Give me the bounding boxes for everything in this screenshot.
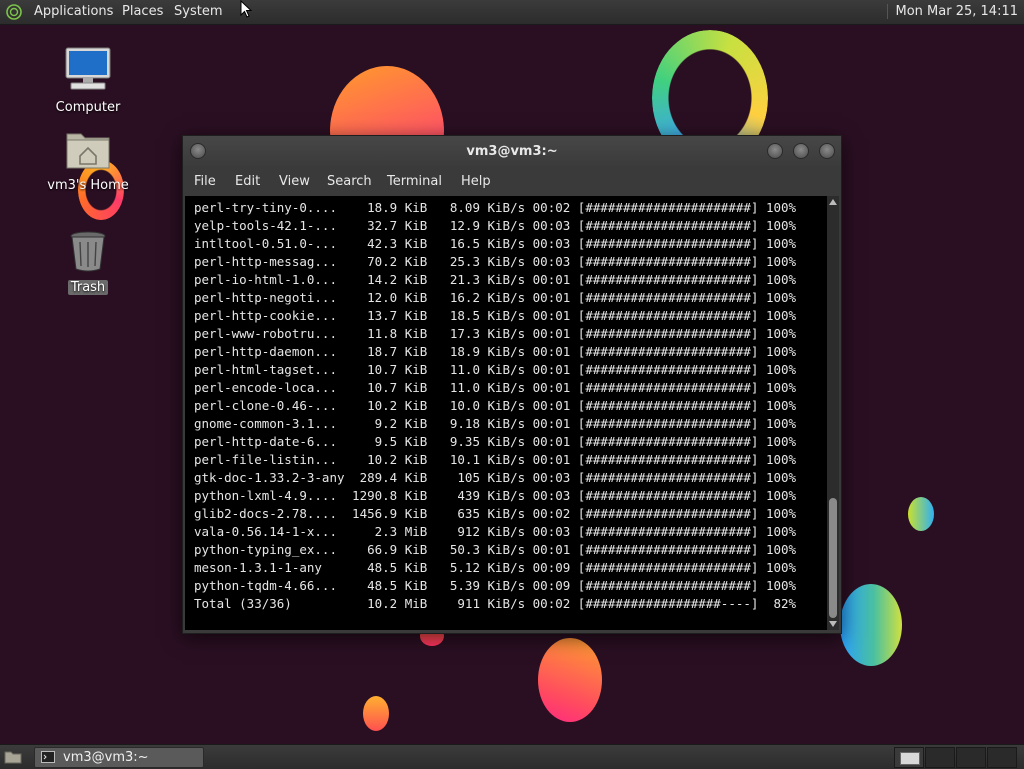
terminal-line: intltool-0.51.0-... 42.3 KiB 16.5 KiB/s …	[194, 236, 797, 251]
top-panel: Applications Places System Mon Mar 25, 1…	[0, 0, 1024, 25]
terminal-output[interactable]: perl-try-tiny-0.... 18.9 KiB 8.09 KiB/s …	[185, 196, 827, 630]
desktop-icon-label: Trash	[67, 280, 109, 295]
terminal-line: perl-file-listin... 10.2 KiB 10.1 KiB/s …	[194, 452, 797, 467]
desktop-icon-computer[interactable]: Computer	[43, 46, 133, 115]
terminal-line: perl-encode-loca... 10.7 KiB 11.0 KiB/s …	[194, 380, 797, 395]
workspace-2[interactable]	[925, 747, 955, 768]
trash-icon	[70, 231, 106, 272]
workspace-3[interactable]	[956, 747, 986, 768]
terminal-line: yelp-tools-42.1-... 32.7 KiB 12.9 KiB/s …	[194, 218, 797, 233]
terminal-line: glib2-docs-2.78.... 1456.9 KiB 635 KiB/s…	[194, 506, 797, 521]
terminal-line: perl-http-messag... 70.2 KiB 25.3 KiB/s …	[194, 254, 797, 269]
scroll-up-arrow-icon[interactable]	[829, 199, 837, 205]
workspace-1[interactable]	[894, 747, 924, 768]
system-menu[interactable]: System	[174, 4, 222, 19]
desktop-icon-home[interactable]: vm3's Home	[43, 128, 133, 193]
terminal-icon	[41, 751, 55, 763]
wallpaper-blob	[538, 638, 602, 722]
distro-logo-icon[interactable]	[6, 4, 22, 20]
scroll-down-arrow-icon[interactable]	[829, 621, 837, 627]
terminal-line: python-tqdm-4.66... 48.5 KiB 5.39 KiB/s …	[194, 578, 797, 593]
wallpaper-blob	[840, 584, 902, 666]
close-button[interactable]	[819, 143, 835, 159]
terminal-line: gtk-doc-1.33.2-3-any 289.4 KiB 105 KiB/s…	[194, 470, 797, 485]
taskbar-terminal-button[interactable]: vm3@vm3:~	[34, 747, 204, 768]
minimize-button[interactable]	[767, 143, 783, 159]
menu-file[interactable]: File	[194, 174, 216, 189]
terminal-line: perl-html-tagset... 10.7 KiB 11.0 KiB/s …	[194, 362, 797, 377]
terminal-window: vm3@vm3:~ File Edit View Search Terminal…	[182, 135, 842, 634]
terminal-line: perl-io-html-1.0... 14.2 KiB 21.3 KiB/s …	[194, 272, 797, 287]
menu-edit[interactable]: Edit	[235, 174, 260, 189]
terminal-scrollbar[interactable]	[827, 196, 839, 630]
scrollbar-thumb[interactable]	[829, 498, 837, 618]
mouse-pointer-icon	[240, 0, 252, 18]
terminal-line: vala-0.56.14-1-x... 2.3 MiB 912 KiB/s 00…	[194, 524, 797, 539]
terminal-line: perl-http-date-6... 9.5 KiB 9.35 KiB/s 0…	[194, 434, 797, 449]
menu-terminal[interactable]: Terminal	[387, 174, 442, 189]
terminal-line: meson-1.3.1-1-any 48.5 KiB 5.12 KiB/s 00…	[194, 560, 797, 575]
terminal-line: perl-http-daemon... 18.7 KiB 18.9 KiB/s …	[194, 344, 797, 359]
window-titlebar[interactable]: vm3@vm3:~	[183, 136, 841, 168]
terminal-line: perl-http-negoti... 12.0 KiB 16.2 KiB/s …	[194, 290, 797, 305]
taskbar-task-label: vm3@vm3:~	[63, 750, 149, 765]
places-menu[interactable]: Places	[122, 4, 163, 19]
computer-icon	[65, 47, 111, 90]
home-folder-icon	[66, 133, 110, 169]
bottom-panel: vm3@vm3:~	[0, 744, 1024, 769]
desktop-icon-label: Computer	[55, 100, 121, 115]
maximize-button[interactable]	[793, 143, 809, 159]
window-title: vm3@vm3:~	[466, 144, 558, 159]
menu-help[interactable]: Help	[461, 174, 491, 189]
terminal-line: Total (33/36) 10.2 MiB 911 KiB/s 00:02 […	[194, 596, 797, 611]
terminal-line: python-typing_ex... 66.9 KiB 50.3 KiB/s …	[194, 542, 797, 557]
menu-view[interactable]: View	[279, 174, 310, 189]
terminal-line: perl-http-cookie... 13.7 KiB 18.5 KiB/s …	[194, 308, 797, 323]
wallpaper-blob	[908, 497, 934, 531]
desktop-icon-label: vm3's Home	[47, 178, 129, 193]
terminal-line: python-lxml-4.9.... 1290.8 KiB 439 KiB/s…	[194, 488, 797, 503]
desktop-icon-trash[interactable]: Trash	[43, 230, 133, 295]
menu-bar: File Edit View Search Terminal Help	[183, 168, 841, 196]
terminal-line: perl-try-tiny-0.... 18.9 KiB 8.09 KiB/s …	[194, 200, 797, 215]
applications-menu[interactable]: Applications	[34, 4, 113, 19]
wallpaper-blob	[363, 696, 389, 731]
terminal-line: perl-clone-0.46-... 10.2 KiB 10.0 KiB/s …	[194, 398, 797, 413]
clock[interactable]: Mon Mar 25, 14:11	[886, 4, 1018, 19]
terminal-line: gnome-common-3.1... 9.2 KiB 9.18 KiB/s 0…	[194, 416, 797, 431]
menu-search[interactable]: Search	[327, 174, 372, 189]
workspace-4[interactable]	[987, 747, 1017, 768]
terminal-line: perl-www-robotru... 11.8 KiB 17.3 KiB/s …	[194, 326, 797, 341]
show-desktop-icon[interactable]	[4, 749, 22, 764]
